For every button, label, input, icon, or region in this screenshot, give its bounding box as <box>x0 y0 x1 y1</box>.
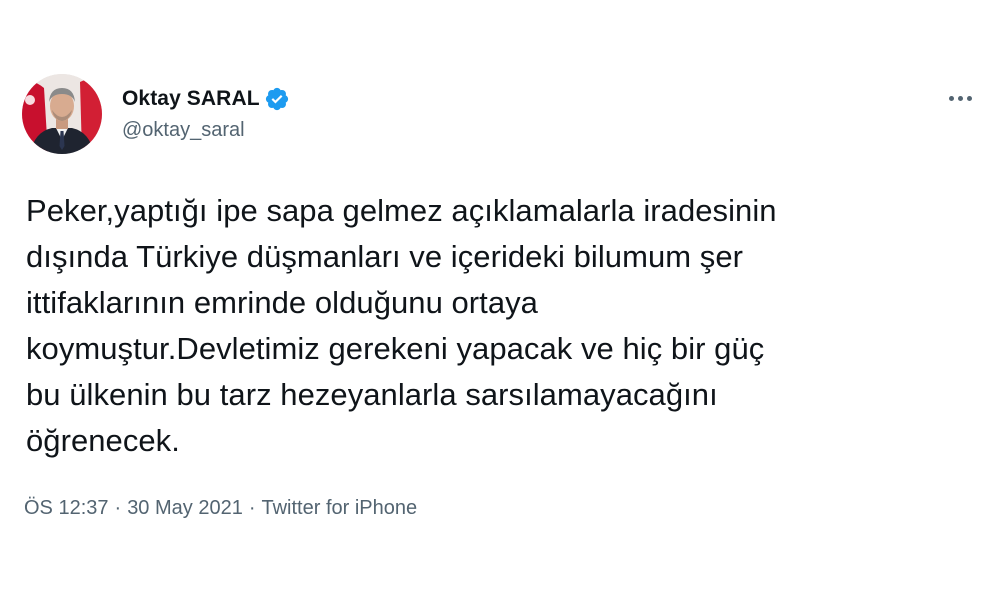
meta-separator: · <box>114 497 122 519</box>
tweet-text: Peker,yaptığı ipe sapa gelmez açıklamala… <box>26 193 777 458</box>
tweet-source-link[interactable]: Twitter for iPhone <box>262 497 418 519</box>
avatar[interactable] <box>22 74 102 154</box>
more-options-icon[interactable] <box>944 88 976 108</box>
meta-separator: · <box>248 497 256 519</box>
author-display-name[interactable]: Oktay SARAL <box>122 87 260 111</box>
tweet-header: Oktay SARAL @oktay_saral <box>22 74 290 154</box>
tweet-time-link[interactable]: ÖS 12:37 <box>24 497 109 519</box>
tweet-metadata: ÖS 12:37 · 30 May 2021 · Twitter for iPhone <box>24 497 417 520</box>
author-identity: Oktay SARAL @oktay_saral <box>122 86 290 142</box>
tweet-card: Oktay SARAL @oktay_saral Peker,yaptığı i… <box>0 0 1000 600</box>
avatar-image <box>22 74 102 154</box>
verified-badge-icon <box>264 86 290 112</box>
name-row: Oktay SARAL <box>122 86 290 112</box>
tweet-date-link[interactable]: 30 May 2021 <box>127 497 243 519</box>
author-handle[interactable]: @oktay_saral <box>122 119 290 142</box>
